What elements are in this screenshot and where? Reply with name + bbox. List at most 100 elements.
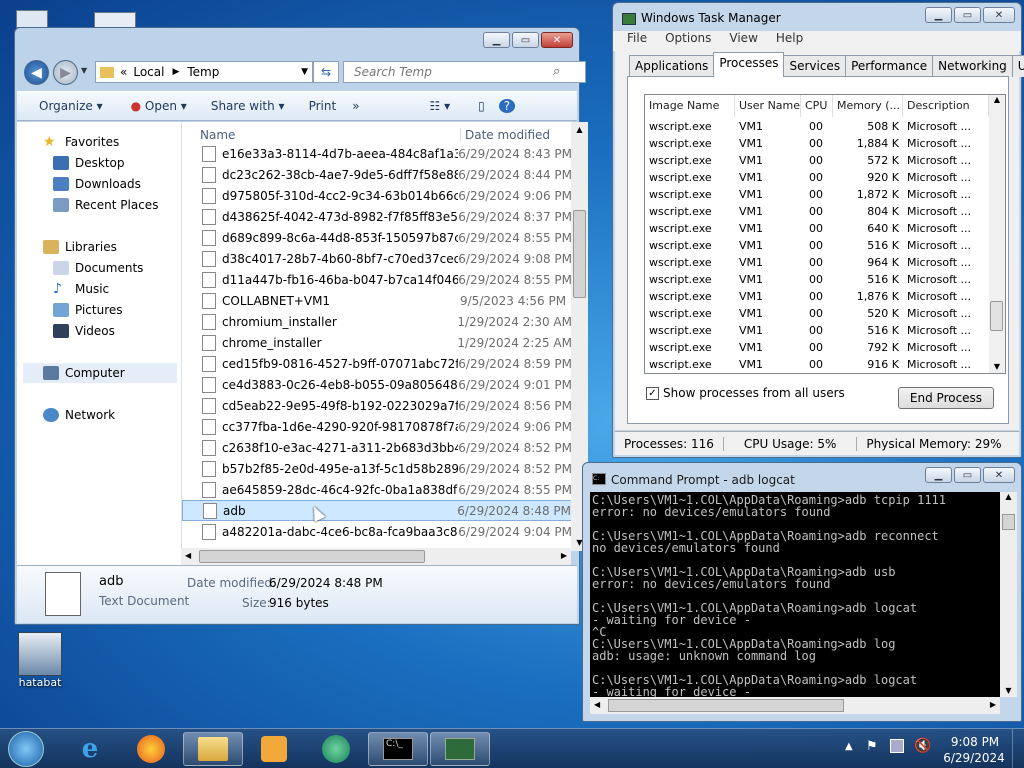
process-row[interactable]: wscript.exe VM1 00 964 K Microsoft ... xyxy=(645,255,989,272)
start-button[interactable] xyxy=(8,731,44,767)
back-button[interactable]: ◀ xyxy=(24,60,49,85)
process-row[interactable]: wscript.exe VM1 00 516 K Microsoft ... xyxy=(645,272,989,289)
taskbar-firefox[interactable] xyxy=(121,732,181,766)
scroll-left-icon[interactable]: ◀ xyxy=(594,700,600,709)
desktop-icon-partial[interactable] xyxy=(16,10,48,28)
address-bar[interactable]: « Local ▶ Temp ▼ xyxy=(95,61,313,83)
process-row[interactable]: wscript.exe VM1 00 1,876 K Microsoft ... xyxy=(645,289,989,306)
file-row[interactable]: d975805f-310d-4cc2-9c34-63b014b66ca5 6/29… xyxy=(182,185,571,206)
clock-date[interactable]: 6/29/2024 xyxy=(942,751,1006,765)
scroll-down-icon[interactable]: ▼ xyxy=(1000,686,1017,695)
file-row[interactable]: COLLABNET+VM1 9/5/2023 4:56 PM xyxy=(182,290,571,311)
console-hscroll[interactable]: ◀ ▶ xyxy=(590,697,1000,714)
file-row[interactable]: ce4d3883-0c26-4eb8-b055-09a8056489bf 6/29… xyxy=(182,374,571,395)
column-header-description[interactable]: Description xyxy=(903,95,989,117)
open-button[interactable]: ● Open ▾ xyxy=(123,99,195,113)
share-with-button[interactable]: Share with ▾ xyxy=(203,99,293,113)
file-row[interactable]: e16e33a3-8114-4d7b-aeea-484c8af1a37b 6/29… xyxy=(182,143,571,164)
more-commands-button[interactable]: » xyxy=(344,99,367,113)
console-output[interactable]: C:\Users\VM1~1.COL\AppData\Roaming>adb t… xyxy=(590,492,1000,697)
command-prompt-window[interactable]: C: Command Prompt - adb logcat ▁ ▭ ✕ C:\… xyxy=(582,462,1022,722)
tab-applications[interactable]: Applications xyxy=(629,55,715,77)
show-all-processes-checkbox[interactable]: ✓ Show processes from all users xyxy=(646,386,845,400)
maximize-button[interactable]: ▭ xyxy=(512,32,539,48)
hscroll-thumb[interactable] xyxy=(199,550,425,563)
nav-pictures[interactable]: Pictures xyxy=(53,300,123,320)
column-header-memory[interactable]: Memory (... xyxy=(833,95,903,117)
scroll-up-icon[interactable]: ▲ xyxy=(571,122,588,138)
file-row[interactable]: ced15fb9-0816-4527-b9ff-07071abc72f1 6/29… xyxy=(182,353,571,374)
recent-pages-dropdown[interactable]: ▼ xyxy=(81,66,87,75)
desktop-icon-hatabat[interactable]: hatabat xyxy=(12,632,68,689)
desktop-icon-partial-2[interactable] xyxy=(94,12,136,28)
preview-pane-icon[interactable]: ▯ xyxy=(470,99,493,113)
file-row[interactable]: d38c4017-28b7-4b60-8bf7-c70ed37cede4 6/29… xyxy=(182,248,571,269)
horizontal-scrollbar[interactable]: ◀ ▶ xyxy=(181,548,571,565)
nav-downloads[interactable]: Downloads xyxy=(53,174,141,194)
forward-button[interactable]: ▶ xyxy=(53,60,78,85)
end-process-button[interactable]: End Process xyxy=(898,387,994,409)
breadcrumb-overflow[interactable]: « xyxy=(120,65,127,79)
menu-options[interactable]: Options xyxy=(665,31,711,51)
taskbar-app-green[interactable] xyxy=(306,732,366,766)
volume-muted-icon[interactable]: 🔇 xyxy=(914,738,931,754)
nav-recent-places[interactable]: Recent Places xyxy=(53,195,158,215)
file-row[interactable]: d689c899-8c6a-44d8-853f-150597b87ce1 6/29… xyxy=(182,227,571,248)
tab-performance[interactable]: Performance xyxy=(845,55,934,77)
scroll-thumb[interactable] xyxy=(573,210,586,298)
organize-button[interactable]: Organize ▾ xyxy=(31,99,111,113)
file-row[interactable]: chrome_installer 1/29/2024 2:25 AM xyxy=(182,332,571,353)
clock-time[interactable]: 9:08 PM xyxy=(948,735,1002,749)
action-center-flag-icon[interactable]: ⚑ xyxy=(866,739,878,754)
column-header-cpu[interactable]: CPU xyxy=(801,95,833,117)
show-hidden-icons-button[interactable]: ▲ xyxy=(845,741,853,752)
search-input[interactable]: Search Temp xyxy=(343,61,586,83)
network-tray-icon[interactable] xyxy=(890,739,904,753)
menu-file[interactable]: File xyxy=(627,31,647,51)
file-row[interactable]: b57b2f85-2e0d-495e-a13f-5c1d58b289c0 6/29… xyxy=(182,458,571,479)
process-row[interactable]: wscript.exe VM1 00 520 K Microsoft ... xyxy=(645,306,989,323)
file-row[interactable]: d438625f-4042-473d-8982-f7f85ff83e5c 6/29… xyxy=(182,206,571,227)
maximize-button[interactable]: ▭ xyxy=(954,467,981,483)
scroll-left-icon[interactable]: ◀ xyxy=(185,551,191,560)
process-row[interactable]: wscript.exe VM1 00 640 K Microsoft ... xyxy=(645,221,989,238)
process-row[interactable]: wscript.exe VM1 00 916 K Microsoft ... xyxy=(645,357,989,373)
print-button[interactable]: Print xyxy=(301,99,345,113)
breadcrumb-temp[interactable]: Temp xyxy=(187,65,219,79)
scroll-thumb[interactable] xyxy=(990,301,1003,331)
file-row[interactable]: adb 6/29/2024 8:48 PM xyxy=(182,500,571,521)
taskbar-command-prompt[interactable]: C:\_ xyxy=(368,732,428,766)
close-button[interactable]: ✕ xyxy=(983,467,1015,483)
column-header-date[interactable]: Date modified xyxy=(460,128,550,142)
file-row[interactable]: cc377fba-1d6e-4290-920f-98170878f7ad 6/29… xyxy=(182,416,571,437)
column-header-name[interactable]: Name xyxy=(200,128,235,142)
breadcrumb-local[interactable]: Local xyxy=(133,65,164,79)
process-row[interactable]: wscript.exe VM1 00 920 K Microsoft ... xyxy=(645,170,989,187)
nav-videos[interactable]: Videos xyxy=(53,321,115,341)
minimize-button[interactable]: ▁ xyxy=(925,467,952,483)
process-row[interactable]: wscript.exe VM1 00 1,884 K Microsoft ... xyxy=(645,136,989,153)
process-row[interactable]: wscript.exe VM1 00 508 K Microsoft ... xyxy=(645,119,989,136)
nav-music[interactable]: ♪ Music xyxy=(53,279,109,299)
file-row[interactable]: d11a447b-fb16-46ba-b047-b7ca14f04660 6/29… xyxy=(182,269,571,290)
taskbar-media-player[interactable] xyxy=(244,732,304,766)
hscroll-thumb[interactable] xyxy=(608,699,844,712)
file-row[interactable]: cd5eab22-9e95-49f8-b192-0223029a7f4c 6/29… xyxy=(182,395,571,416)
column-header-image-name[interactable]: Image Name xyxy=(645,95,735,117)
taskbar-internet-explorer[interactable]: e xyxy=(60,732,120,766)
scroll-thumb[interactable] xyxy=(1002,514,1015,530)
console-vscroll[interactable]: ▲ ▼ xyxy=(1000,492,1017,697)
process-row[interactable]: wscript.exe VM1 00 1,872 K Microsoft ... xyxy=(645,187,989,204)
scroll-down-icon[interactable]: ▼ xyxy=(989,362,1005,371)
scroll-up-icon[interactable]: ▲ xyxy=(1000,492,1017,501)
close-button[interactable]: ✕ xyxy=(983,7,1015,23)
scroll-up-icon[interactable]: ▲ xyxy=(989,95,1005,104)
show-desktop-button[interactable] xyxy=(1012,729,1024,768)
tab-networking[interactable]: Networking xyxy=(932,55,1013,77)
tab-users[interactable]: Users xyxy=(1011,55,1024,77)
file-row[interactable]: ae645859-28dc-46c4-92fc-0ba1a838dfb7 6/29… xyxy=(182,479,571,500)
explorer-window[interactable]: ▁ ▭ ✕ ◀ ▶ ▼ « Local ▶ Temp ▼ ⇆ Search Te… xyxy=(14,27,588,625)
scroll-right-icon[interactable]: ▶ xyxy=(561,551,567,560)
nav-libraries[interactable]: Libraries xyxy=(43,237,117,257)
process-row[interactable]: wscript.exe VM1 00 804 K Microsoft ... xyxy=(645,204,989,221)
